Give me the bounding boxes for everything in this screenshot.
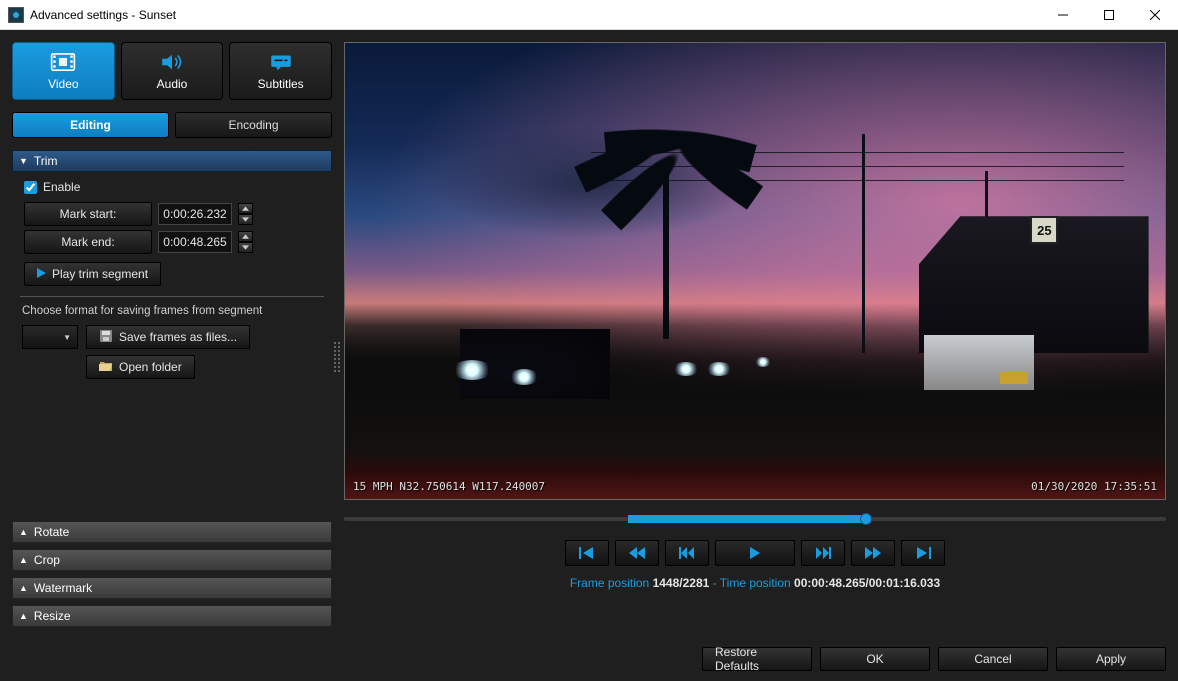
subtab-editing[interactable]: Editing: [12, 112, 169, 138]
spin-down-icon[interactable]: [238, 242, 253, 253]
apply-button[interactable]: Apply: [1056, 647, 1166, 671]
mark-start-spinner[interactable]: [238, 203, 253, 225]
transport-controls: [344, 540, 1166, 566]
left-panel: Video Audio Subtitles Editing: [12, 42, 332, 627]
chevron-up-icon: ▲: [19, 555, 28, 565]
open-folder-label: Open folder: [119, 360, 182, 374]
play-trim-segment-button[interactable]: Play trim segment: [24, 262, 161, 286]
section-trim-header[interactable]: ▼ Trim: [12, 150, 332, 172]
frame-format-dropdown[interactable]: ▼: [22, 325, 78, 349]
frame-position-value: 1448/2281: [653, 576, 710, 590]
subtitles-icon: [268, 52, 294, 75]
section-trim-label: Trim: [34, 154, 58, 168]
mark-end-button[interactable]: Mark end:: [24, 230, 152, 254]
prev-frame-button[interactable]: [665, 540, 709, 566]
go-end-button[interactable]: [901, 540, 945, 566]
save-frames-label: Save frames as files...: [119, 330, 237, 344]
chevron-up-icon: ▲: [19, 583, 28, 593]
play-button[interactable]: [715, 540, 795, 566]
tab-video-label: Video: [48, 77, 78, 91]
subtab-encoding[interactable]: Encoding: [175, 112, 332, 138]
ok-button[interactable]: OK: [820, 647, 930, 671]
chevron-up-icon: ▲: [19, 527, 28, 537]
maximize-button[interactable]: [1086, 0, 1132, 30]
spin-up-icon[interactable]: [238, 231, 253, 242]
enable-trim-checkbox[interactable]: [24, 181, 37, 194]
video-preview[interactable]: 25 15 MPH N32.750614 W117.240007 01/30/2…: [344, 42, 1166, 500]
time-position-value: 00:00:48.265/00:01:16.033: [794, 576, 940, 590]
save-frames-help: Choose format for saving frames from seg…: [22, 305, 326, 317]
film-icon: [50, 52, 76, 75]
go-start-button[interactable]: [565, 540, 609, 566]
close-button[interactable]: [1132, 0, 1178, 30]
mark-start-button[interactable]: Mark start:: [24, 202, 152, 226]
rewind-button[interactable]: [615, 540, 659, 566]
tab-audio[interactable]: Audio: [121, 42, 224, 100]
chevron-down-icon: ▼: [19, 156, 28, 166]
fast-forward-button[interactable]: [851, 540, 895, 566]
app-icon: [8, 7, 24, 23]
dialog-footer: Restore Defaults OK Cancel Apply: [0, 639, 1178, 681]
speed-sign: 25: [1030, 216, 1058, 244]
save-icon: [99, 329, 113, 346]
window-title: Advanced settings - Sunset: [30, 8, 1040, 22]
spin-down-icon[interactable]: [238, 214, 253, 225]
tab-subtitles[interactable]: Subtitles: [229, 42, 332, 100]
speaker-icon: [159, 52, 185, 75]
section-watermark-header[interactable]: ▲Watermark: [12, 577, 332, 599]
mark-end-spinner[interactable]: [238, 231, 253, 253]
chevron-up-icon: ▲: [19, 611, 28, 621]
minimize-button[interactable]: [1040, 0, 1086, 30]
enable-trim-row[interactable]: Enable: [24, 180, 326, 194]
titlebar: Advanced settings - Sunset: [0, 0, 1178, 30]
next-frame-button[interactable]: [801, 540, 845, 566]
time-position-label: Time position: [720, 576, 791, 590]
section-crop-header[interactable]: ▲Crop: [12, 549, 332, 571]
mark-start-value[interactable]: 0:00:26.232: [158, 203, 232, 225]
chevron-down-icon: ▼: [63, 333, 71, 342]
frame-position-label: Frame position: [570, 576, 649, 590]
restore-defaults-button[interactable]: Restore Defaults: [702, 647, 812, 671]
overlay-right-text: 01/30/2020 17:35:51: [1031, 480, 1157, 493]
timeline-slider[interactable]: [344, 512, 1166, 526]
spin-up-icon[interactable]: [238, 203, 253, 214]
play-trim-label: Play trim segment: [52, 267, 148, 281]
section-resize-header[interactable]: ▲Resize: [12, 605, 332, 627]
position-readout: Frame position 1448/2281 - Time position…: [344, 576, 1166, 590]
timeline-thumb[interactable]: [860, 513, 872, 525]
mark-end-value[interactable]: 0:00:48.265: [158, 231, 232, 253]
save-frames-button[interactable]: Save frames as files...: [86, 325, 250, 349]
right-panel: 25 15 MPH N32.750614 W117.240007 01/30/2…: [344, 42, 1166, 627]
play-icon: [37, 267, 46, 281]
section-trim-body: Enable Mark start: 0:00:26.232 Mark end:: [12, 172, 332, 389]
tab-audio-label: Audio: [157, 77, 188, 91]
tab-video[interactable]: Video: [12, 42, 115, 100]
tab-subtitles-label: Subtitles: [258, 77, 304, 91]
enable-trim-label: Enable: [43, 180, 80, 194]
folder-icon: [99, 360, 113, 375]
open-folder-button[interactable]: Open folder: [86, 355, 195, 379]
panel-resize-handle[interactable]: [334, 342, 340, 372]
section-rotate-header[interactable]: ▲Rotate: [12, 521, 332, 543]
cancel-button[interactable]: Cancel: [938, 647, 1048, 671]
overlay-left-text: 15 MPH N32.750614 W117.240007: [353, 480, 545, 493]
